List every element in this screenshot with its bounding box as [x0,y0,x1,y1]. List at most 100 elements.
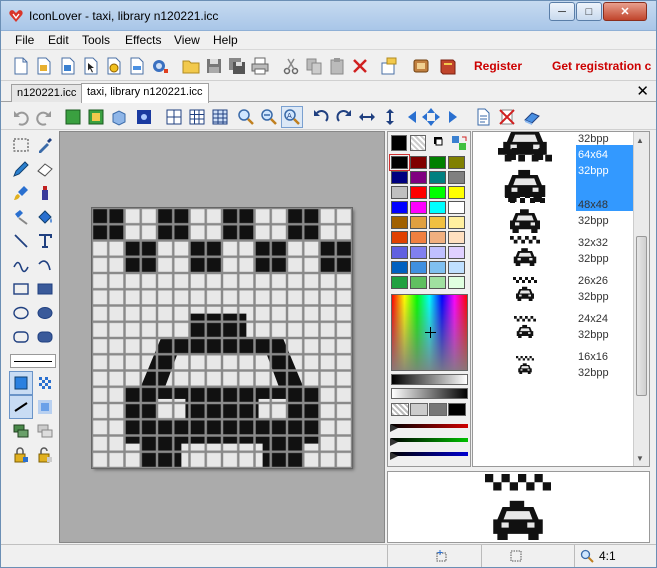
black-swatch[interactable] [448,403,466,416]
line-width-selector[interactable] [10,354,56,368]
palette-swatch[interactable] [410,156,427,169]
document-properties-icon[interactable] [473,107,493,127]
minimize-button[interactable]: ─ [549,2,575,21]
palette-swatch[interactable] [429,171,446,184]
rounded-rect-tool[interactable] [10,326,32,348]
palette-swatch[interactable] [429,231,446,244]
rotate-right-icon[interactable] [334,107,354,127]
menu-file[interactable]: File [15,33,34,47]
menu-effects[interactable]: Effects [125,33,161,47]
delete-icon[interactable] [350,56,370,76]
line-tool[interactable] [10,230,32,252]
save-icon[interactable] [204,56,224,76]
new-toolbar-image-icon[interactable] [127,56,147,76]
3d-box-icon[interactable] [109,107,129,127]
flip-vertical-icon[interactable] [380,107,400,127]
maximize-button[interactable]: □ [576,2,602,21]
red-channel-slider[interactable] [391,424,468,428]
palette-swatch[interactable] [410,186,427,199]
zoom-in-icon[interactable] [236,107,256,127]
palette-swatch[interactable] [448,261,465,274]
layers-tool[interactable] [10,420,32,442]
palette-swatch[interactable] [391,201,408,214]
palette-swatch[interactable] [391,261,408,274]
eraser-format-icon[interactable] [522,107,542,127]
outline-mode-tool[interactable] [9,371,33,395]
get-registration-link[interactable]: Get registration c [552,59,651,73]
palette-swatch[interactable] [448,231,465,244]
gray-swatch-mid[interactable] [429,403,447,416]
palette-swatch[interactable] [410,171,427,184]
new-cursor-icon[interactable] [81,56,101,76]
palette-swatch[interactable] [448,246,465,259]
icon-pixel-canvas[interactable] [92,208,352,468]
fill-tool[interactable] [34,206,56,228]
palette-swatch[interactable] [448,171,465,184]
palette-swatch[interactable] [429,201,446,214]
menu-edit[interactable]: Edit [48,33,69,47]
menu-tools[interactable]: Tools [82,33,110,47]
tile-icon[interactable] [210,107,230,127]
palette-swatch[interactable] [410,201,427,214]
pipette-tool[interactable] [34,134,56,156]
save-all-icon[interactable] [227,56,247,76]
new-file-icon[interactable] [11,56,31,76]
paste-icon[interactable] [327,56,347,76]
palette-swatch[interactable] [410,231,427,244]
copy-icon[interactable] [304,56,324,76]
zoom-fit-icon[interactable]: A [281,106,303,128]
palette-swatch[interactable] [429,261,446,274]
curve-tool[interactable] [10,254,32,276]
green-channel-slider[interactable] [391,438,468,442]
new-library-icon[interactable] [34,56,54,76]
scroll-up-icon[interactable]: ▲ [636,136,644,145]
airbrush-tool[interactable] [34,182,56,204]
filled-rounded-rect-tool[interactable] [34,326,56,348]
fine-grid-icon[interactable] [187,107,207,127]
new-format-icon[interactable] [63,107,83,127]
pencil-tool[interactable] [10,158,32,180]
properties-icon[interactable] [379,56,399,76]
open-folder-icon[interactable] [181,56,201,76]
rectangle-tool[interactable] [10,278,32,300]
palette-swatch[interactable] [429,246,446,259]
palette-swatch[interactable] [448,216,465,229]
blue-channel-slider[interactable] [391,452,468,456]
palette-swatch[interactable] [448,186,465,199]
select-tool[interactable] [10,134,32,156]
text-tool[interactable] [34,230,56,252]
palette-swatch[interactable] [391,171,408,184]
transparent-swatch[interactable] [391,403,409,416]
palette-swatch[interactable] [410,276,427,289]
channel-slider-handles[interactable] [389,422,399,460]
foreground-color[interactable] [391,135,407,151]
tab-n120221[interactable]: n120221.icc [11,84,83,102]
swap-colors-icon[interactable] [450,134,468,152]
new-format-from-icon[interactable] [86,107,106,127]
background-color[interactable] [410,135,426,151]
palette-swatch[interactable] [389,154,410,171]
palette-swatch[interactable] [410,216,427,229]
palette-swatch[interactable] [391,231,408,244]
new-image-icon[interactable] [58,56,78,76]
menu-view[interactable]: View [174,33,200,47]
screen-color-icon[interactable] [432,134,450,152]
shift-right-icon[interactable] [441,107,461,127]
palette-swatch[interactable] [391,276,408,289]
flip-horizontal-icon[interactable] [357,107,377,127]
arc-tool[interactable] [34,254,56,276]
contrast-slider[interactable] [391,388,468,399]
filled-rectangle-tool[interactable] [34,278,56,300]
zoom-out-icon[interactable] [259,107,279,127]
print-icon[interactable] [250,56,270,76]
palette-swatch[interactable] [448,201,465,214]
capture-icon[interactable] [150,56,170,76]
palette-swatch[interactable] [410,261,427,274]
palette-swatch[interactable] [429,156,446,169]
gray-swatch-light[interactable] [410,403,428,416]
cut-icon[interactable] [281,56,301,76]
palette-swatch[interactable] [429,186,446,199]
glow-icon[interactable] [134,107,154,127]
filled-ellipse-tool[interactable] [34,302,56,324]
close-window-button[interactable]: ✕ [603,2,647,21]
